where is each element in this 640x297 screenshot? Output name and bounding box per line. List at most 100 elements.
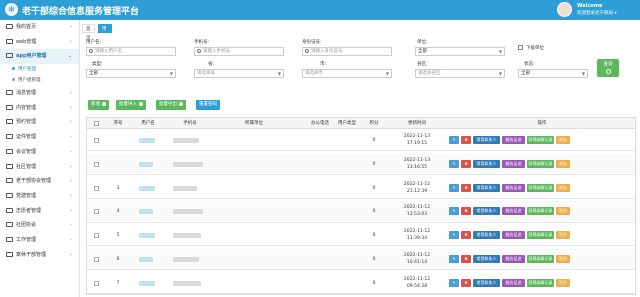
delete-button[interactable]: ✖ <box>461 278 471 287</box>
medal-record-button[interactable]: 获得勋章记录 <box>527 255 554 263</box>
sidebar-item-label: 老干部协会管理 <box>16 178 52 185</box>
medal-record-button[interactable]: 获得勋章记录 <box>527 136 554 144</box>
sidebar-item-5[interactable]: 预约管理 › <box>0 115 79 130</box>
city-select[interactable]: 请选择市 ▼ <box>302 69 392 78</box>
subunit-checkbox[interactable] <box>518 45 523 50</box>
contacts-button[interactable]: 常用联系人 <box>473 231 500 240</box>
search-button[interactable]: 查询 <box>597 59 619 77</box>
add-button[interactable]: 新增 <box>88 100 109 110</box>
sidebar-subitem-2-1[interactable]: 用户组管理 <box>0 75 79 86</box>
sidebar-item-14[interactable]: 离休干部管理 › <box>0 248 79 263</box>
sidebar-item-4[interactable]: 内容管理 › <box>0 101 79 116</box>
contacts-button[interactable]: 常用联系人 <box>473 278 500 287</box>
sidebar-item-2[interactable]: app用户管理 ⌄ <box>0 49 79 65</box>
contacts-button[interactable]: 常用联系人 <box>473 183 500 192</box>
points-button[interactable]: 积分 <box>556 183 570 192</box>
points-button[interactable]: 积分 <box>556 159 570 168</box>
delete-button[interactable]: ✖ <box>461 136 471 144</box>
user-avatar[interactable] <box>557 2 572 17</box>
sidebar-item-8[interactable]: 社区管理 › <box>0 160 79 175</box>
service-footprint-button[interactable]: 服务足迹 <box>502 255 525 263</box>
club-icon <box>6 222 13 228</box>
province-select[interactable]: 请选择省 ▼ <box>194 69 284 78</box>
table-row[interactable]: 0 2022-11-13 17:19:15 ✎ ✖ 常用联系人 服务足迹 获得勋章记录 积分 <box>87 130 635 152</box>
points-button[interactable]: 积分 <box>556 255 570 263</box>
username-input[interactable]: 请输入用户名 <box>86 47 176 56</box>
delete-button[interactable]: ✖ <box>461 159 471 168</box>
status-select[interactable]: 全部 ▼ <box>518 69 588 78</box>
points-button[interactable]: 积分 <box>556 207 570 216</box>
sidebar-item-7[interactable]: 会议管理 › <box>0 145 79 160</box>
table-row[interactable]: 7 0 2022-11-12 09:54:28 ✎ ✖ 常用联系人 服务足迹 获得勋章记录 积分 <box>87 273 635 295</box>
user-greeting[interactable]: 欢迎登录老干部局 ▾ <box>577 10 617 16</box>
edit-button[interactable]: ✎ <box>449 136 459 144</box>
table-row[interactable]: 4 0 2022-11-12 13:53:03 ✎ ✖ 常用联系人 服务足迹 获得勋章记录 积分 <box>87 201 635 223</box>
phone-input[interactable]: 请输入手机号 <box>194 47 284 56</box>
sidebar-item-3[interactable]: 消息管理 › <box>0 86 79 101</box>
idcard-input[interactable]: 请输入身份证号 <box>302 47 392 56</box>
chevron-down-icon: ▼ <box>581 71 585 76</box>
edit-button[interactable]: ✎ <box>449 207 459 216</box>
medal-record-button[interactable]: 获得勋章记录 <box>527 278 554 287</box>
table-row[interactable]: 3 0 2022-11-12 21:12:39 ✎ ✖ 常用联系人 服务足迹 获得勋章记录 积分 <box>87 178 635 199</box>
sidebar-item-1[interactable]: web管理 › <box>0 35 79 50</box>
sidebar-item-10[interactable]: 党建管理 › <box>0 189 79 204</box>
points-button[interactable]: 积分 <box>556 231 570 240</box>
idcard-label: 身份证号: <box>302 40 322 45</box>
tab-user-management[interactable]: 用户管理× <box>98 24 112 68</box>
row-index: 6 <box>116 257 120 262</box>
select-all-checkbox[interactable] <box>94 121 99 126</box>
row-checkbox[interactable] <box>94 138 99 143</box>
batch-import-button[interactable]: 批量导入 <box>116 100 146 110</box>
edit-button[interactable]: ✎ <box>449 231 459 240</box>
points-button[interactable]: 积分 <box>556 136 570 144</box>
delete-button[interactable]: ✖ <box>461 255 471 263</box>
row-checkbox[interactable] <box>94 161 99 167</box>
district-select[interactable]: 请选择县区 ▼ <box>415 69 505 78</box>
sidebar-item-11[interactable]: 志愿者管理 › <box>0 204 79 219</box>
contacts-button[interactable]: 常用联系人 <box>473 207 500 216</box>
table-row[interactable]: 5 0 2022-11-12 11:39:34 ✎ ✖ 常用联系人 服务足迹 获得勋章记录 积分 <box>87 225 635 247</box>
edit-button[interactable]: ✎ <box>449 278 459 287</box>
service-footprint-button[interactable]: 服务足迹 <box>502 183 525 192</box>
contacts-button[interactable]: 常用联系人 <box>473 255 500 263</box>
contacts-button[interactable]: 常用联系人 <box>473 159 500 168</box>
username-cell <box>139 161 153 167</box>
sidebar-item-0[interactable]: 我的首页 › <box>0 20 79 35</box>
row-checkbox[interactable] <box>94 209 99 215</box>
sidebar-item-6[interactable]: 证件管理 › <box>0 130 79 145</box>
service-footprint-button[interactable]: 服务足迹 <box>502 231 525 240</box>
medal-record-button[interactable]: 获得勋章记录 <box>527 231 554 240</box>
batch-export-button[interactable]: 批量导出 <box>156 100 186 110</box>
sidebar-item-13[interactable]: 工作管理 › <box>0 233 79 248</box>
service-footprint-button[interactable]: 服务足迹 <box>502 136 525 144</box>
delete-button[interactable]: ✖ <box>461 183 471 192</box>
sidebar-item-9[interactable]: 老干部协会管理 › <box>0 174 79 189</box>
medal-record-button[interactable]: 获得勋章记录 <box>527 159 554 168</box>
tab-home[interactable]: 首页 <box>82 24 95 41</box>
service-footprint-button[interactable]: 服务足迹 <box>502 159 525 168</box>
contacts-button[interactable]: 常用联系人 <box>473 136 500 144</box>
row-checkbox[interactable] <box>94 280 99 286</box>
edit-button[interactable]: ✎ <box>449 159 459 168</box>
table-row[interactable]: 6 0 2022-11-12 10:41:14 ✎ ✖ 常用联系人 服务足迹 获得勋章记录 积分 <box>87 249 635 271</box>
edit-button[interactable]: ✎ <box>449 183 459 192</box>
delete-button[interactable]: ✖ <box>461 207 471 216</box>
unit-select[interactable]: 全部 ▼ <box>415 47 505 56</box>
points-button[interactable]: 积分 <box>556 278 570 287</box>
edit-button[interactable]: ✎ <box>449 255 459 263</box>
medal-record-button[interactable]: 获得勋章记录 <box>527 183 554 192</box>
sidebar-item-12[interactable]: 社团协会 › <box>0 218 79 233</box>
type-select[interactable]: 全部 ▼ <box>86 69 176 78</box>
row-checkbox[interactable] <box>94 257 99 262</box>
reset-password-button[interactable]: 重置密码 <box>196 100 220 110</box>
delete-button[interactable]: ✖ <box>461 231 471 240</box>
row-checkbox[interactable] <box>94 185 99 191</box>
service-footprint-button[interactable]: 服务足迹 <box>502 278 525 287</box>
row-checkbox[interactable] <box>94 233 99 239</box>
service-footprint-button[interactable]: 服务足迹 <box>502 207 525 216</box>
sidebar-subitem-2-0[interactable]: 用户管理 <box>0 64 79 75</box>
edit-icon: ✎ <box>452 137 456 142</box>
medal-record-button[interactable]: 获得勋章记录 <box>527 207 554 216</box>
table-row[interactable]: 0 2022-11-13 13:16:55 ✎ ✖ 常用联系人 服务足迹 获得勋章记录 积分 <box>87 153 635 176</box>
